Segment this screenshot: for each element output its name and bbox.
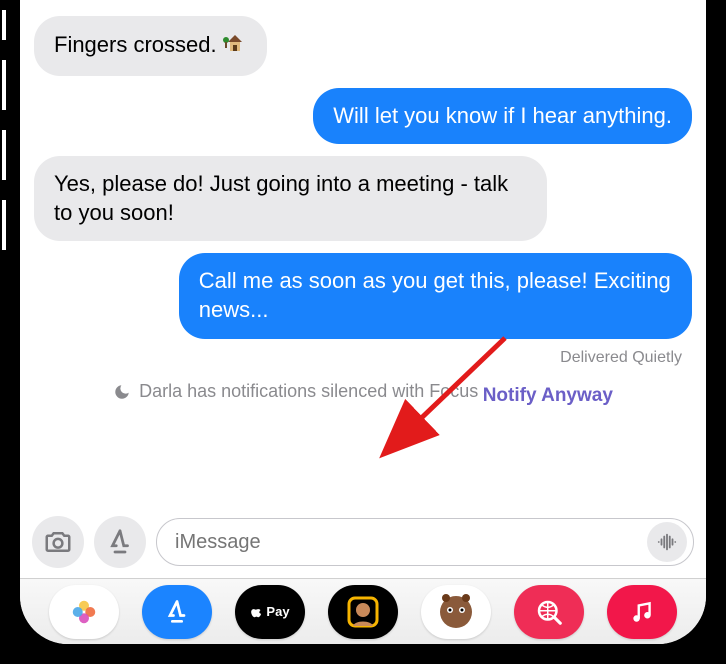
message-row: Call me as soon as you get this, please!… — [34, 253, 692, 338]
appstore-a-icon — [163, 598, 191, 626]
received-bubble[interactable]: Fingers crossed. — [34, 16, 267, 76]
message-input[interactable] — [175, 531, 647, 554]
camera-button[interactable] — [32, 516, 84, 568]
messages-scroll[interactable]: Fingers crossed. Will let you know if I … — [20, 0, 706, 510]
sent-bubble[interactable]: Call me as soon as you get this, please!… — [179, 253, 692, 338]
message-text: Yes, please do! Just going into a meetin… — [54, 171, 508, 225]
message-row: Fingers crossed. — [34, 16, 692, 76]
audio-wave-icon — [656, 531, 678, 553]
apple-logo-icon — [250, 605, 264, 619]
message-row: Will let you know if I hear anything. — [34, 88, 692, 145]
sent-bubble[interactable]: Will let you know if I hear anything. — [313, 88, 692, 145]
device-side-button — [2, 200, 6, 250]
screen: Fingers crossed. Will let you know if I … — [20, 0, 706, 644]
memoji-frame-icon — [343, 592, 383, 632]
device-side-button — [2, 60, 6, 110]
photos-icon — [69, 597, 99, 627]
tray-app-memoji[interactable] — [328, 585, 398, 639]
message-text: Call me as soon as you get this, please!… — [199, 268, 671, 322]
search-globe-icon — [534, 597, 564, 627]
music-note-icon — [629, 599, 655, 625]
message-text: Fingers crossed. — [54, 32, 223, 57]
tray-app-music[interactable] — [607, 585, 677, 639]
app-tray: Pay — [20, 578, 706, 644]
audio-record-button[interactable] — [647, 522, 687, 562]
appstore-icon — [105, 527, 135, 557]
device-side-button — [2, 10, 6, 40]
message-input-wrap[interactable] — [156, 518, 694, 566]
moon-icon — [113, 383, 131, 401]
applepay-label: Pay — [266, 604, 289, 619]
received-bubble[interactable]: Yes, please do! Just going into a meetin… — [34, 156, 547, 241]
tray-app-applepay[interactable]: Pay — [235, 585, 305, 639]
notify-anyway-button[interactable]: Notify Anyway — [483, 385, 613, 407]
message-text: Will let you know if I hear anything. — [333, 103, 672, 128]
focus-status-area: Darla has notifications silenced with Fo… — [34, 377, 692, 417]
tray-app-appstore[interactable] — [142, 585, 212, 639]
device-side-button — [2, 130, 6, 180]
tray-app-photos[interactable] — [49, 585, 119, 639]
app-drawer-button[interactable] — [94, 516, 146, 568]
house-tree-emoji-icon — [223, 30, 247, 62]
focus-silenced-label: Darla has notifications silenced with Fo… — [113, 381, 478, 402]
delivery-status: Delivered Quietly — [34, 345, 692, 377]
device-frame: Fingers crossed. Will let you know if I … — [0, 0, 726, 664]
focus-silenced-text: Darla has notifications silenced with Fo… — [139, 381, 478, 402]
animoji-face-icon — [434, 590, 478, 634]
message-row: Yes, please do! Just going into a meetin… — [34, 156, 692, 241]
camera-icon — [43, 527, 73, 557]
compose-bar — [20, 510, 706, 578]
tray-app-search[interactable] — [514, 585, 584, 639]
tray-app-animoji[interactable] — [421, 585, 491, 639]
